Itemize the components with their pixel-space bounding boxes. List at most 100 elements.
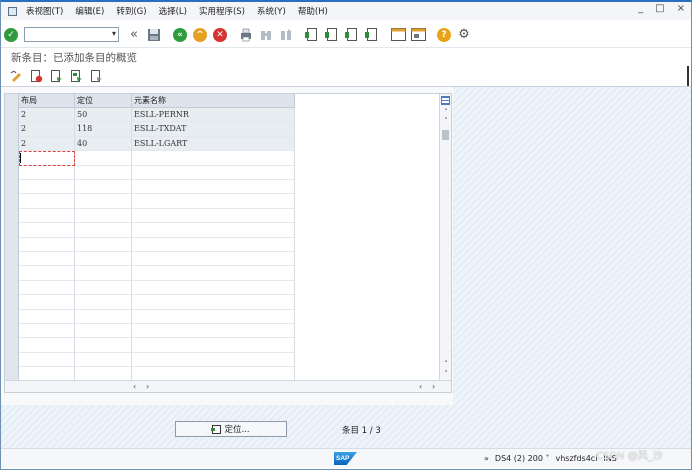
scroll-down-icon[interactable]: ˅ bbox=[441, 117, 451, 126]
maximize-button[interactable]: □ bbox=[655, 3, 664, 14]
table-cell-element-name[interactable]: ESLL-LGART bbox=[132, 136, 295, 152]
position-input-cell[interactable] bbox=[75, 338, 132, 353]
position-button[interactable]: 定位... bbox=[175, 421, 287, 437]
menu-table-view[interactable]: 表视图(T) bbox=[20, 5, 69, 17]
exit-icon[interactable]: ^ bbox=[192, 27, 208, 43]
menu-goto[interactable]: 转到(G) bbox=[110, 5, 152, 17]
vertical-scrollbar[interactable]: ˄ ˅ ˄ ˅ bbox=[439, 94, 451, 382]
command-field[interactable]: ▾ bbox=[24, 27, 119, 42]
scroll-right-icon[interactable]: › bbox=[146, 381, 149, 393]
scroll-page-down-icon[interactable]: ˅ bbox=[441, 370, 451, 379]
prev-page-icon[interactable] bbox=[324, 27, 340, 43]
menu-help[interactable]: 帮助(H) bbox=[292, 5, 334, 17]
first-page-icon[interactable] bbox=[304, 27, 320, 43]
element-name-input-cell[interactable] bbox=[132, 180, 295, 195]
layout-input-cell[interactable] bbox=[19, 352, 75, 368]
enter-icon[interactable]: ✓ bbox=[3, 27, 19, 43]
chevron-down-icon[interactable]: ▾ bbox=[112, 29, 116, 38]
position-input-cell[interactable] bbox=[75, 165, 132, 180]
position-input-cell[interactable] bbox=[75, 352, 132, 368]
menu-selection[interactable]: 选择(L) bbox=[153, 5, 193, 17]
layout-input-cell[interactable] bbox=[19, 338, 75, 353]
position-input-cell[interactable] bbox=[75, 208, 132, 224]
layout-input-cell[interactable] bbox=[19, 280, 75, 296]
scroll-right-end-icon[interactable]: › bbox=[432, 381, 435, 393]
element-name-input-cell[interactable] bbox=[132, 151, 295, 166]
position-input-cell[interactable] bbox=[75, 295, 132, 310]
new-session-icon[interactable] bbox=[390, 27, 406, 43]
table-cell-position[interactable]: 118 bbox=[75, 122, 132, 137]
close-button[interactable]: × bbox=[677, 3, 685, 14]
scroll-left-end-icon[interactable]: ‹ bbox=[419, 381, 422, 393]
column-header-position[interactable]: 定位 bbox=[75, 94, 132, 108]
table-cell-element-name[interactable]: ESLL-PERNR bbox=[132, 108, 295, 123]
menu-utilities[interactable]: 实用程序(S) bbox=[193, 5, 251, 17]
position-input-cell[interactable] bbox=[75, 223, 132, 238]
element-name-input-cell[interactable] bbox=[132, 237, 295, 252]
help-icon[interactable]: ? bbox=[436, 27, 452, 43]
position-input-cell[interactable] bbox=[75, 237, 132, 252]
select-all-icon[interactable] bbox=[49, 69, 63, 83]
element-name-input-cell[interactable] bbox=[132, 208, 295, 224]
last-page-icon[interactable] bbox=[364, 27, 380, 43]
element-name-input-cell[interactable] bbox=[132, 266, 295, 281]
menu-edit[interactable]: 编辑(E) bbox=[69, 5, 110, 17]
expand-status-icon[interactable]: » bbox=[484, 454, 489, 463]
position-input-cell[interactable] bbox=[75, 180, 132, 195]
layout-input-cell[interactable] bbox=[19, 223, 75, 238]
layout-input-cell[interactable] bbox=[19, 309, 75, 324]
table-cell-element-name[interactable]: ESLL-TXDAT bbox=[132, 122, 295, 137]
element-name-input-cell[interactable] bbox=[132, 252, 295, 267]
column-header-element-name[interactable]: 元素名称 bbox=[132, 94, 295, 108]
delete-entry-icon[interactable] bbox=[29, 69, 43, 83]
settings-icon[interactable]: ⚙ bbox=[456, 27, 472, 43]
table-cell-layout[interactable]: 2 bbox=[19, 108, 75, 123]
element-name-input-cell[interactable] bbox=[132, 352, 295, 368]
table-cell-layout[interactable]: 2 bbox=[19, 122, 75, 137]
layout-input-cell[interactable] bbox=[19, 194, 75, 209]
layout-input-cell[interactable] bbox=[19, 208, 75, 224]
element-name-input-cell[interactable] bbox=[132, 338, 295, 353]
table-cell-layout[interactable]: 2 bbox=[19, 136, 75, 152]
element-name-input-cell[interactable] bbox=[132, 165, 295, 180]
find-icon[interactable] bbox=[258, 27, 274, 43]
deselect-all-icon[interactable] bbox=[89, 69, 103, 83]
find-next-icon[interactable] bbox=[278, 27, 294, 43]
menu-system[interactable]: 系统(Y) bbox=[251, 5, 292, 17]
scroll-page-up-icon[interactable]: ˄ bbox=[441, 360, 451, 369]
column-header-layout[interactable]: 布局 bbox=[19, 94, 75, 108]
system-info[interactable]: DS4 (2) 200 ˅ bbox=[495, 454, 550, 463]
select-block-icon[interactable] bbox=[69, 69, 83, 83]
layout-input-cell[interactable] bbox=[19, 180, 75, 195]
position-input-cell[interactable] bbox=[75, 324, 132, 339]
layout-input-cell[interactable] bbox=[19, 165, 75, 180]
system-menu-icon[interactable] bbox=[4, 4, 20, 18]
print-icon[interactable] bbox=[238, 27, 254, 43]
position-input-cell[interactable] bbox=[75, 252, 132, 267]
save-icon[interactable] bbox=[146, 27, 162, 43]
element-name-input-cell[interactable] bbox=[132, 295, 295, 310]
scroll-thumb[interactable] bbox=[442, 130, 449, 140]
element-name-input-cell[interactable] bbox=[132, 280, 295, 296]
position-input-cell[interactable] bbox=[75, 194, 132, 209]
element-name-input-cell[interactable] bbox=[132, 309, 295, 324]
layout-input-cell[interactable] bbox=[19, 151, 75, 166]
layout-input-cell[interactable] bbox=[19, 252, 75, 267]
change-display-icon[interactable] bbox=[9, 69, 23, 83]
element-name-input-cell[interactable] bbox=[132, 324, 295, 339]
scroll-left-icon[interactable]: ‹ bbox=[133, 381, 136, 393]
back-double-icon[interactable]: « bbox=[126, 27, 142, 43]
next-page-icon[interactable] bbox=[344, 27, 360, 43]
minimize-button[interactable]: _ bbox=[638, 3, 643, 14]
layout-input-cell[interactable] bbox=[19, 324, 75, 339]
table-cell-position[interactable]: 40 bbox=[75, 136, 132, 152]
layout-input-cell[interactable] bbox=[19, 237, 75, 252]
element-name-input-cell[interactable] bbox=[132, 194, 295, 209]
position-input-cell[interactable] bbox=[75, 266, 132, 281]
horizontal-scrollbar[interactable]: ‹ › ‹ › bbox=[5, 380, 451, 392]
table-settings-icon[interactable] bbox=[441, 96, 450, 105]
element-name-input-cell[interactable] bbox=[132, 223, 295, 238]
scroll-up-icon[interactable]: ˄ bbox=[441, 108, 451, 117]
cancel-icon[interactable]: ✕ bbox=[212, 27, 228, 43]
layout-input-cell[interactable] bbox=[19, 266, 75, 281]
